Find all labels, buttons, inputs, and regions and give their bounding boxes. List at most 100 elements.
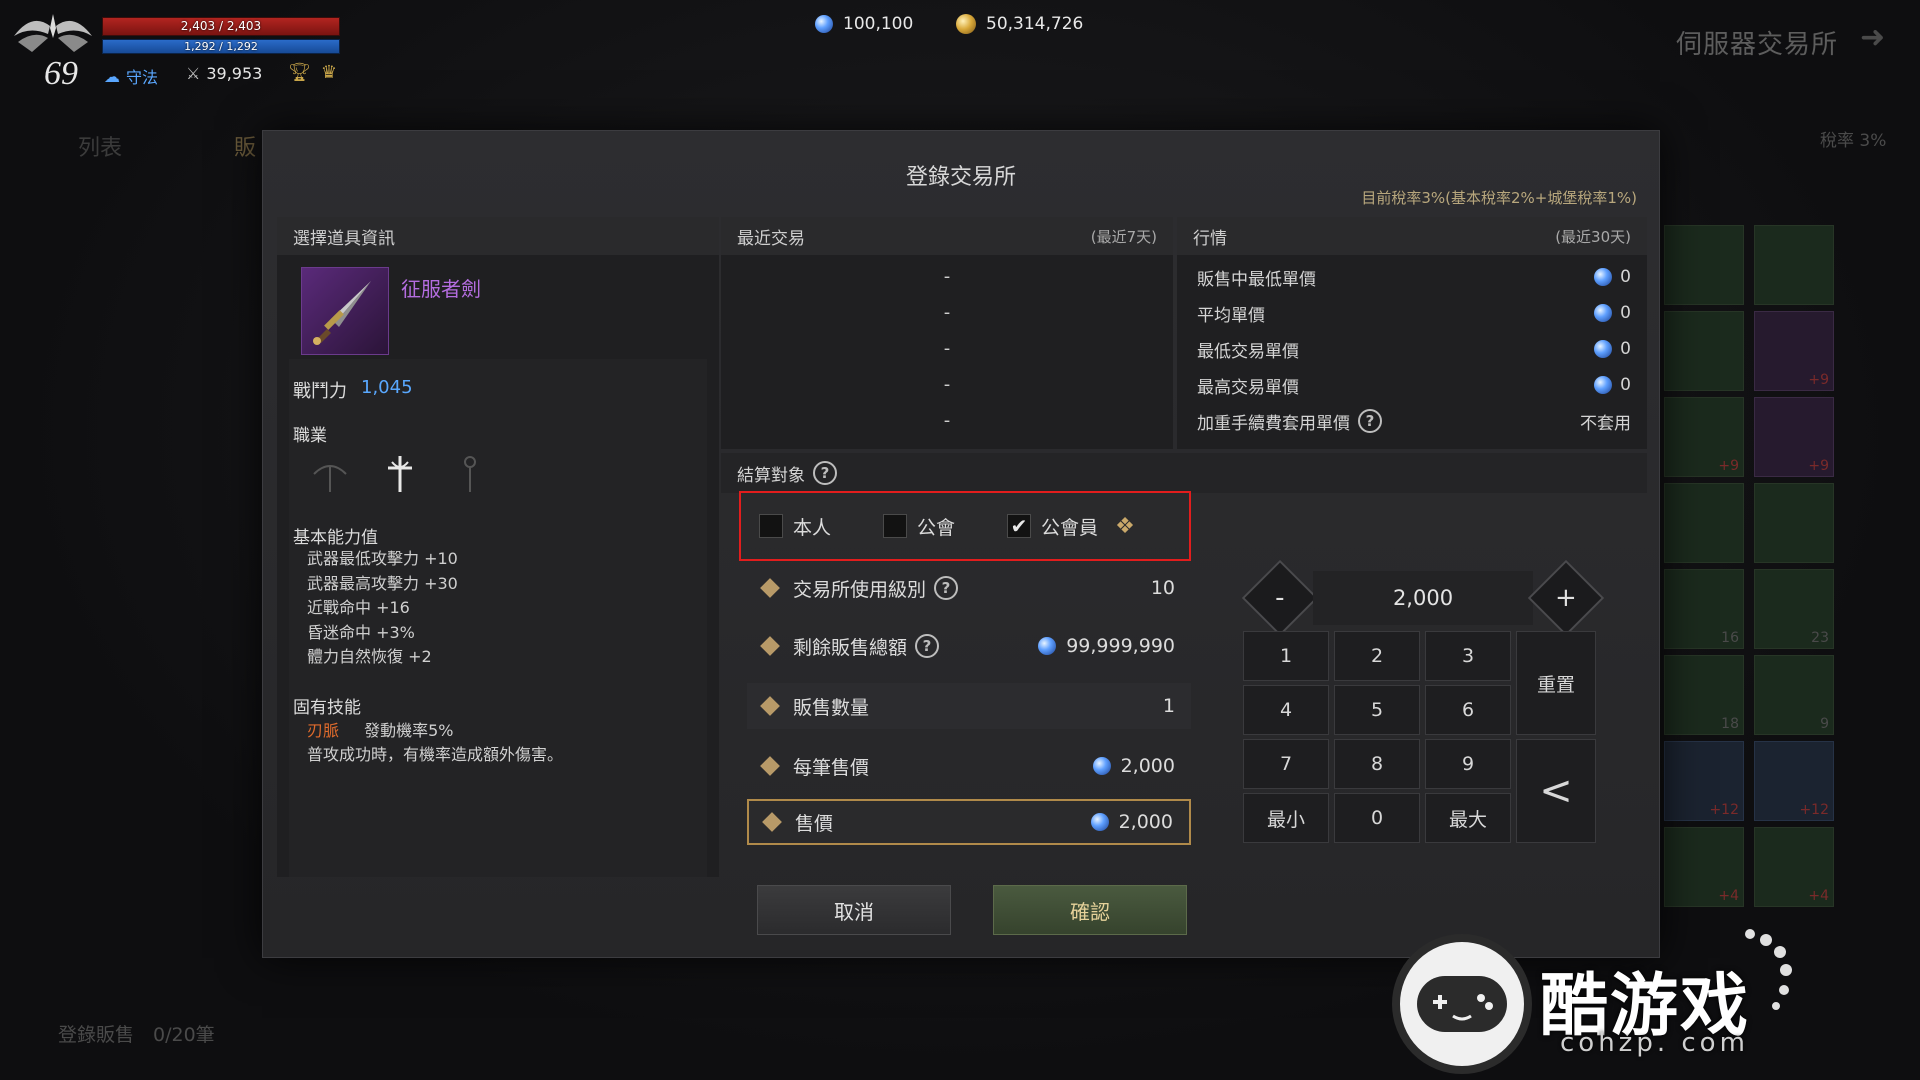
recent-trades-title: 最近交易 — [737, 228, 805, 249]
exit-arrow-icon[interactable]: ➜ — [1860, 20, 1885, 55]
sale-price-row[interactable]: 售價 2,000 — [747, 799, 1191, 845]
help-icon[interactable]: ? — [1358, 409, 1382, 433]
remaining-sales-value: 99,999,990 — [1066, 635, 1175, 657]
option-label: 公會 — [917, 516, 956, 539]
key-7[interactable]: 7 — [1243, 739, 1329, 789]
inventory-slot: 9 — [1754, 655, 1834, 735]
settle-option-guild-member[interactable]: ✔ 公會員 — [1007, 513, 1098, 540]
tax-note: 目前稅率3%(基本稅率2%+城堡稅率1%) — [1361, 189, 1637, 207]
guild-member-icon[interactable]: ❖ — [1108, 511, 1142, 541]
inherent-skill-label: 固有技能 — [293, 698, 361, 718]
key-5[interactable]: 5 — [1334, 685, 1420, 735]
base-stats-label: 基本能力值 — [293, 528, 378, 548]
gamepad-icon — [1417, 976, 1507, 1032]
backspace-button[interactable]: < — [1516, 739, 1596, 843]
market-row: 平均單價 0 — [1177, 295, 1647, 331]
key-8[interactable]: 8 — [1334, 739, 1420, 789]
trophy-icon[interactable]: 🏆︎ — [288, 62, 311, 83]
minus-icon: - — [1275, 582, 1285, 613]
decrement-button[interactable]: - — [1241, 559, 1319, 637]
class-label: 職業 — [293, 426, 327, 446]
market-row-label: 最低交易單價 — [1197, 341, 1299, 362]
checkmark-icon: ✔ — [1010, 514, 1028, 538]
settlement-header: 結算對象 ? — [721, 453, 1647, 493]
combat-value: 1,045 — [361, 377, 413, 398]
key-max[interactable]: 最大 — [1425, 793, 1511, 843]
inventory-slot — [1664, 311, 1744, 391]
watermark-dots-icon — [1745, 929, 1792, 1010]
market-period: (最近30天) — [1555, 227, 1631, 246]
option-label: 本人 — [793, 516, 832, 539]
cancel-button[interactable]: 取消 — [757, 885, 951, 935]
list-item: - — [943, 338, 951, 359]
stat-line: 武器最高攻擊力 +30 — [307, 573, 458, 593]
checkbox[interactable] — [759, 514, 783, 538]
checkbox[interactable] — [883, 514, 908, 538]
diamond-icon — [1090, 813, 1109, 831]
number-keypad: 1 2 3 重置 4 5 6 7 8 9 < 最小 0 最大 — [1243, 631, 1596, 847]
key-0[interactable]: 0 — [1334, 793, 1420, 843]
inventory-slot: +4 — [1664, 827, 1744, 907]
quantity-stepper: - 2,000 + — [1241, 559, 1605, 637]
unit-price-label-wrap: 每筆售價 — [760, 753, 869, 780]
fee-value: 不套用 — [1580, 413, 1631, 434]
combat-power-value: 39,953 — [206, 64, 263, 83]
help-icon[interactable]: ? — [915, 634, 940, 658]
sword-class-icon — [379, 453, 421, 495]
key-1[interactable]: 1 — [1243, 631, 1329, 681]
market-row-value: 0 — [1594, 375, 1631, 395]
recent-trades-list: - - - - - — [721, 255, 1173, 439]
recent-trades-period: (最近7天) — [1090, 227, 1157, 246]
crown-icon[interactable]: ♛ — [321, 62, 337, 83]
gold-currency: 50,314,726 — [956, 14, 1083, 34]
unit-price-row[interactable]: 每筆售價 2,000 — [747, 743, 1191, 789]
help-icon[interactable]: ? — [813, 461, 837, 485]
hp-bar: 2,403 / 2,403 — [102, 17, 340, 36]
item-name: 征服者劍 — [401, 277, 481, 301]
confirm-button[interactable]: 確認 — [993, 885, 1187, 935]
diamond-currency: 100,100 — [815, 14, 913, 34]
stat-line: 近戰命中 +16 — [307, 598, 410, 617]
sale-price-label: 售價 — [795, 812, 834, 835]
market-list: 販售中最低單價 0 平均單價 0 最低交易單價 0 最高交易單價 0 加重手續費… — [1177, 255, 1647, 439]
diamond-icon — [815, 15, 833, 33]
gold-coin-icon — [956, 14, 976, 34]
fee-label: 加重手續費套用單價 — [1197, 413, 1350, 434]
settle-option-guild[interactable]: 公會 — [883, 513, 955, 540]
key-4[interactable]: 4 — [1243, 685, 1329, 735]
item-info-panel: 選擇道具資訊 征服者劍 戰鬥力 1,045 職業 基本能力值 武器最低攻擊力 +… — [277, 217, 719, 877]
settle-option-self[interactable]: 本人 — [759, 513, 831, 540]
inventory-slot: +4 — [1754, 827, 1834, 907]
key-9[interactable]: 9 — [1425, 739, 1511, 789]
inventory-grid: +9 +9 +9 16 23 18 9 +12 +12 +4 +4 — [1664, 225, 1844, 907]
help-icon[interactable]: ? — [934, 576, 959, 600]
key-min[interactable]: 最小 — [1243, 793, 1329, 843]
checkbox-checked[interactable]: ✔ — [1007, 514, 1032, 538]
inventory-slot — [1664, 483, 1744, 563]
sale-quantity-row[interactable]: 販售數量 1 — [747, 683, 1191, 729]
inventory-slot: +12 — [1754, 741, 1834, 821]
wings-emblem-icon — [14, 14, 92, 52]
item-thumbnail[interactable] — [301, 267, 389, 355]
inventory-slot: +9 — [1754, 311, 1834, 391]
settlement-label: 結算對象 — [737, 465, 805, 486]
diamond-icon — [1594, 304, 1613, 322]
background-tax-rate: 稅率 3% — [1820, 131, 1887, 151]
remaining-sales-label-wrap: 剩餘販售總額? — [760, 633, 940, 660]
list-item: - — [943, 266, 951, 287]
item-info-title: 選擇道具資訊 — [293, 228, 395, 249]
key-3[interactable]: 3 — [1425, 631, 1511, 681]
market-row: 販售中最低單價 0 — [1177, 259, 1647, 295]
market-row-label: 平均單價 — [1197, 305, 1265, 326]
skill-name: 刃脈 — [307, 721, 340, 740]
alignment-icon: ☁ — [104, 66, 120, 86]
base-stats-list: 武器最低攻擊力 +10 武器最高攻擊力 +30 近戰命中 +16 昏迷命中 +3… — [307, 547, 458, 670]
key-2[interactable]: 2 — [1334, 631, 1420, 681]
remaining-sales-row: 剩餘販售總額? 99,999,990 — [747, 623, 1191, 669]
class-icons — [309, 453, 491, 495]
reset-button[interactable]: 重置 — [1516, 631, 1596, 735]
sale-quantity-value: 1 — [1162, 695, 1175, 717]
increment-button[interactable]: + — [1527, 559, 1605, 637]
key-6[interactable]: 6 — [1425, 685, 1511, 735]
watermark-logo-icon — [1392, 934, 1532, 1074]
